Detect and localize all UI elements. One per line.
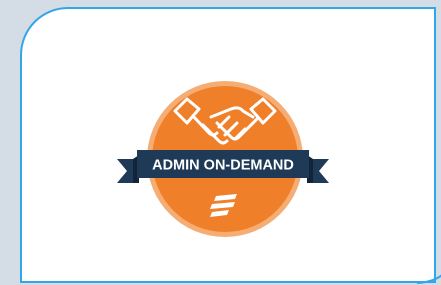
- card-corner-accent: [417, 274, 441, 284]
- admin-on-demand-badge: ADMIN ON-DEMAND: [113, 59, 333, 259]
- ribbon-label: ADMIN ON-DEMAND: [152, 158, 294, 174]
- badge-graphic: ADMIN ON-DEMAND: [117, 81, 329, 237]
